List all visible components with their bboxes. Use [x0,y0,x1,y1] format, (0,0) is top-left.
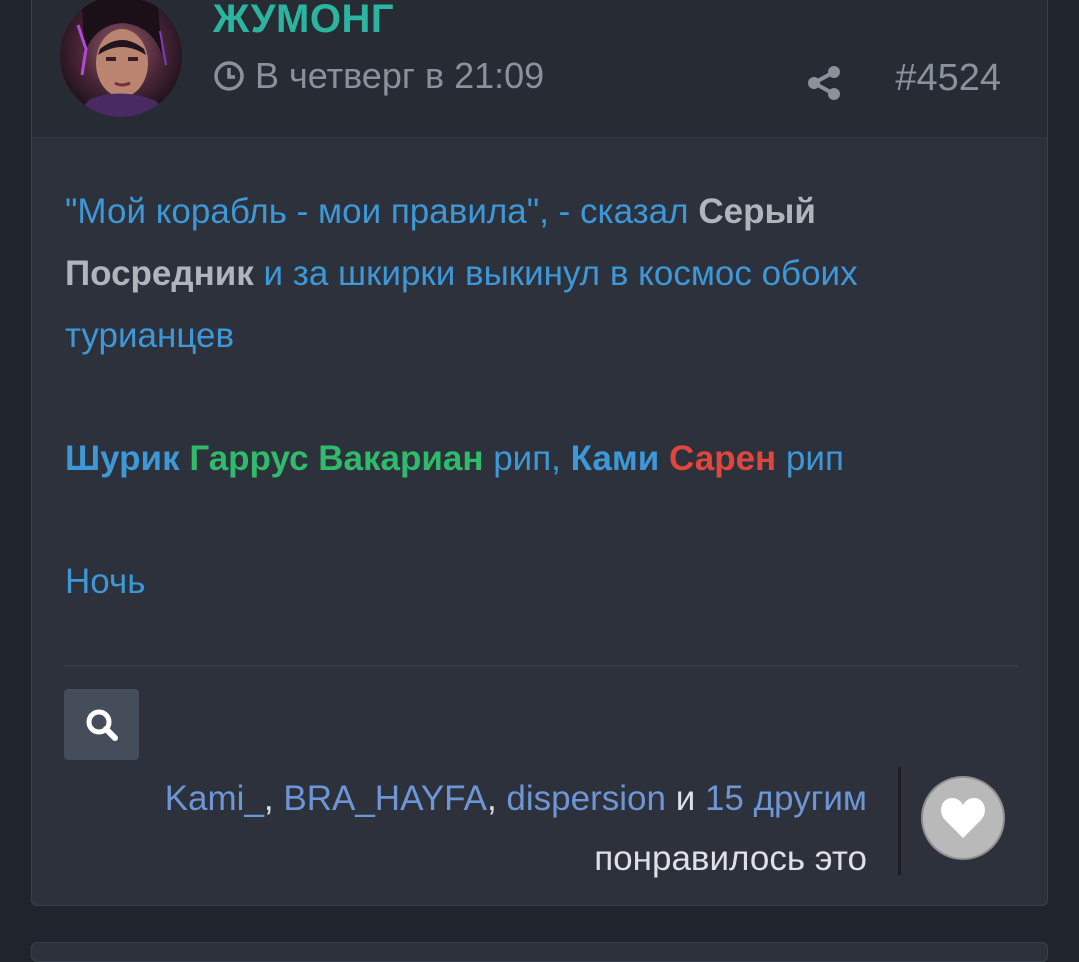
post-paragraph-1: "Мой корабль - мои правила", - сказал Се… [65,181,1005,367]
reactions-liked-text: понравилось это [594,839,867,878]
author-name[interactable]: ЖУМОНГ [213,0,394,42]
clock-icon [214,61,244,91]
post-header: ЖУМОНГ В четверг в 21:09 #4524 [32,0,1047,138]
reaction-user-link[interactable]: Kami_ [165,779,264,818]
reactions-users-line: Kami_, BRA_HAYFA, dispersion и 15 другим [164,779,867,818]
reaction-user-link[interactable]: BRA_HAYFA [283,779,487,818]
reactions-summary: Kami_, BRA_HAYFA, dispersion и 15 другим… [165,769,867,889]
share-icon[interactable] [806,65,842,101]
name-saren: Сарен [669,439,777,478]
next-post-edge [31,942,1048,962]
author-avatar[interactable] [60,0,182,117]
search-button[interactable] [64,689,139,760]
name-garrus: Гаррус Вакариан [189,439,484,478]
post-paragraph-3: Ночь [65,562,146,601]
post-meta[interactable]: В четверг в 21:09 [213,55,544,97]
like-button[interactable] [921,776,1005,860]
post-paragraph-2: Шурик Гаррус Вакариан рип, Ками Сарен ри… [65,428,1005,490]
heart-icon [941,798,985,838]
post-time: В четверг в 21:09 [255,55,545,96]
divider [64,665,1018,667]
rip-1: рип, [483,439,571,478]
name-shurik: Шурик [65,439,180,478]
quote-text: "Мой корабль - мои правила", - сказал [65,192,699,231]
post-content: "Мой корабль - мои правила", - сказал Се… [65,181,1005,613]
rip-2: рип [776,439,844,478]
reaction-separator [898,767,901,875]
name-kami: Ками [570,439,660,478]
forum-post: ЖУМОНГ В четверг в 21:09 #4524 "Мой кора… [31,0,1048,906]
post-number-link[interactable]: #4524 [895,57,1001,100]
reaction-others-link[interactable]: 15 другим [705,779,867,818]
reaction-user-link[interactable]: dispersion [506,779,666,818]
search-icon [86,709,118,741]
